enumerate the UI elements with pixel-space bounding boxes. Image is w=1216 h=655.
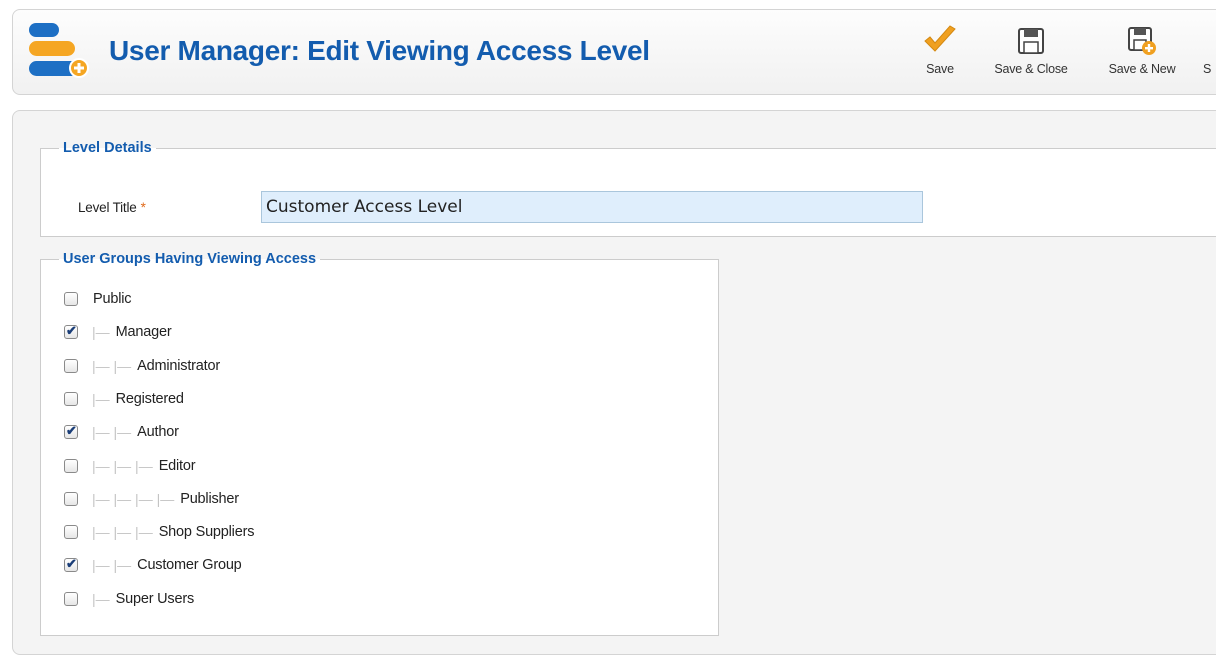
group-label: Author (137, 424, 179, 441)
check-icon: ✔ (66, 423, 77, 439)
save-and-close-label: Save & Close (994, 62, 1068, 76)
group-label: Shop Suppliers (158, 524, 255, 541)
tree-indent-icon: |— |— (92, 557, 132, 574)
checkmark-icon (924, 25, 956, 52)
group-checkbox[interactable]: ✔ (64, 391, 78, 406)
group-checkbox[interactable]: ✔ (64, 323, 78, 340)
level-title-label: Level Title * (78, 200, 146, 215)
group-label: Public (93, 291, 132, 307)
tree-indent-icon: |— (92, 390, 110, 407)
save-and-close-button[interactable]: Save & Close (983, 24, 1079, 84)
group-row[interactable]: ✔ Public (64, 287, 131, 311)
group-row[interactable]: ✔ |— Registered (64, 387, 184, 411)
save-label: Save (926, 62, 954, 76)
group-row[interactable]: ✔ |— |— Customer Group (64, 553, 242, 577)
user-groups-legend: User Groups Having Viewing Access (63, 251, 317, 267)
group-row[interactable]: ✔ |— |— Administrator (64, 354, 220, 378)
group-checkbox[interactable]: ✔ (64, 423, 78, 440)
user-manager-icon (29, 23, 89, 78)
save-and-new-button[interactable]: Save & New (1097, 24, 1187, 84)
group-checkbox[interactable]: ✔ (64, 358, 78, 373)
check-icon: ✔ (66, 556, 77, 572)
tree-indent-icon: |— |— |— (92, 457, 153, 474)
tree-indent-icon: |— (92, 324, 110, 341)
group-row[interactable]: ✔ |— |— Author (64, 420, 179, 444)
group-row[interactable]: ✔ |— |— |— Shop Suppliers (64, 520, 254, 544)
tree-indent-icon: |— |— (92, 357, 132, 374)
level-details-legend: Level Details (63, 140, 152, 156)
group-checkbox[interactable]: ✔ (64, 591, 78, 606)
group-row[interactable]: ✔ |— Manager (64, 320, 172, 344)
tree-indent-icon: |— |— |— |— (92, 490, 175, 507)
group-checkbox[interactable]: ✔ (64, 292, 78, 306)
group-label: Customer Group (137, 557, 242, 574)
save-button[interactable]: Save (919, 24, 961, 84)
group-checkbox[interactable]: ✔ (64, 556, 78, 573)
save-as-copy-label: S (1203, 62, 1212, 76)
group-checkbox[interactable]: ✔ (64, 491, 78, 506)
main-panel: Level Details Level Title* User Groups H… (12, 110, 1216, 655)
user-groups-fieldset: User Groups Having Viewing Access ✔ Publi… (40, 251, 719, 636)
level-details-fieldset: Level Details Level Title * (40, 140, 1216, 237)
group-checkbox[interactable]: ✔ (64, 525, 78, 540)
group-row[interactable]: ✔ |— |— |— Editor (64, 454, 196, 478)
save-and-new-label: Save & New (1108, 62, 1176, 76)
group-label: Editor (158, 457, 196, 474)
page-header: User Manager: Edit Viewing Access Level … (12, 9, 1216, 95)
group-label: Manager (115, 324, 172, 341)
group-row[interactable]: ✔ |— Super Users (64, 587, 194, 611)
user-group-list: ✔ Public ✔ |— Manager ✔ |— |— Administrator ✔ |— R… (41, 267, 718, 635)
group-row[interactable]: ✔ |— |— |— |— Publisher (64, 487, 239, 511)
group-label: Administrator (137, 357, 220, 374)
group-label: Publisher (180, 490, 239, 507)
group-checkbox[interactable]: ✔ (64, 458, 78, 473)
floppy-disk-icon (1018, 28, 1044, 54)
tree-indent-icon: |— |— (92, 424, 132, 441)
required-star: * (140, 200, 146, 215)
group-label: Super Users (115, 590, 195, 607)
floppy-disk-plus-icon (1128, 27, 1156, 55)
tree-indent-icon: |— |— |— (92, 524, 153, 541)
check-icon: ✔ (66, 323, 77, 339)
save-as-copy-button[interactable]: S (1203, 24, 1216, 84)
tree-indent-icon: |— (92, 590, 110, 607)
level-title-input[interactable] (261, 191, 923, 223)
group-label: Registered (115, 390, 184, 407)
page-title: User Manager: Edit Viewing Access Level (109, 35, 650, 66)
